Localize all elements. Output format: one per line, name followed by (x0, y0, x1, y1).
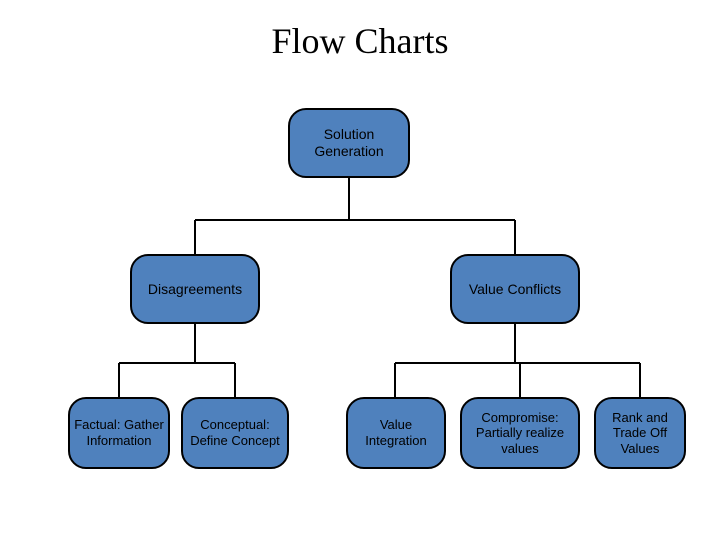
node-value-integration: Value Integration (346, 397, 446, 469)
node-disagreements: Disagreements (130, 254, 260, 324)
node-factual: Factual: Gather Information (68, 397, 170, 469)
page-title: Flow Charts (0, 20, 720, 62)
node-compromise: Compromise: Partially realize values (460, 397, 580, 469)
node-solution-generation: Solution Generation (288, 108, 410, 178)
node-conceptual: Conceptual: Define Concept (181, 397, 289, 469)
node-value-conflicts: Value Conflicts (450, 254, 580, 324)
node-rank-tradeoff: Rank and Trade Off Values (594, 397, 686, 469)
